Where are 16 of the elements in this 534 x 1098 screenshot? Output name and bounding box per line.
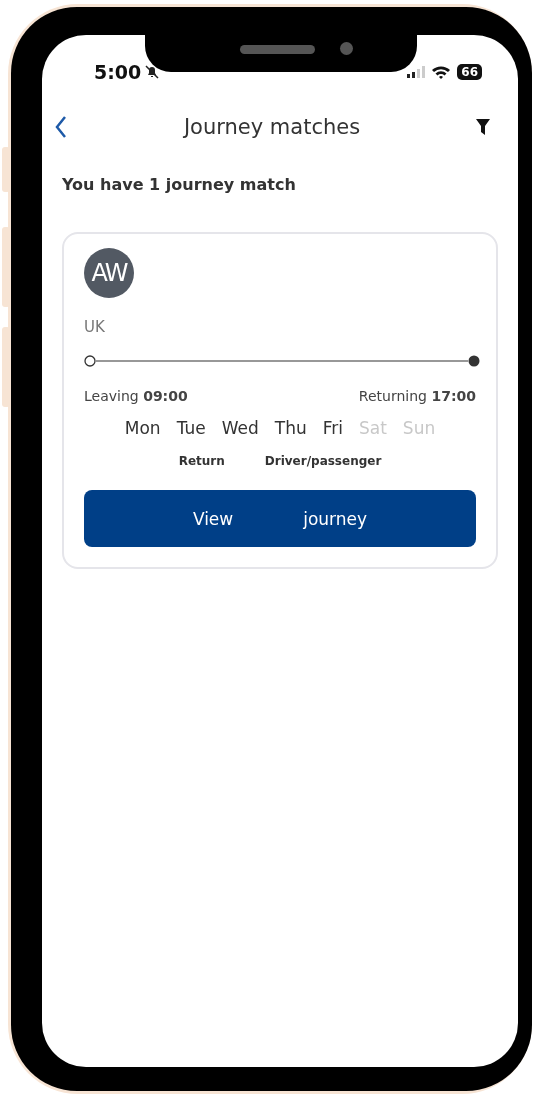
weekday: Thu bbox=[274, 418, 307, 438]
leaving-time: Leaving 09:00 bbox=[84, 388, 188, 404]
status-time: 5:00 bbox=[94, 61, 142, 83]
match-count: You have 1 journey match bbox=[61, 174, 297, 194]
location: UK bbox=[84, 318, 106, 336]
screen-title: Journey matches bbox=[183, 115, 361, 139]
journey-tag: Return bbox=[178, 454, 225, 468]
weekday: Tue bbox=[176, 418, 206, 438]
weekday: Fri bbox=[322, 418, 343, 438]
weekday: Wed bbox=[221, 418, 259, 438]
avatar: AW bbox=[84, 248, 134, 298]
battery-level: 66 bbox=[457, 64, 482, 80]
returning-time: Returning 17:00 bbox=[358, 388, 476, 404]
view-journey-button[interactable]: View journey bbox=[84, 490, 476, 547]
weekday: Mon bbox=[124, 418, 161, 438]
journey-tag: Driver/passenger bbox=[264, 454, 382, 468]
